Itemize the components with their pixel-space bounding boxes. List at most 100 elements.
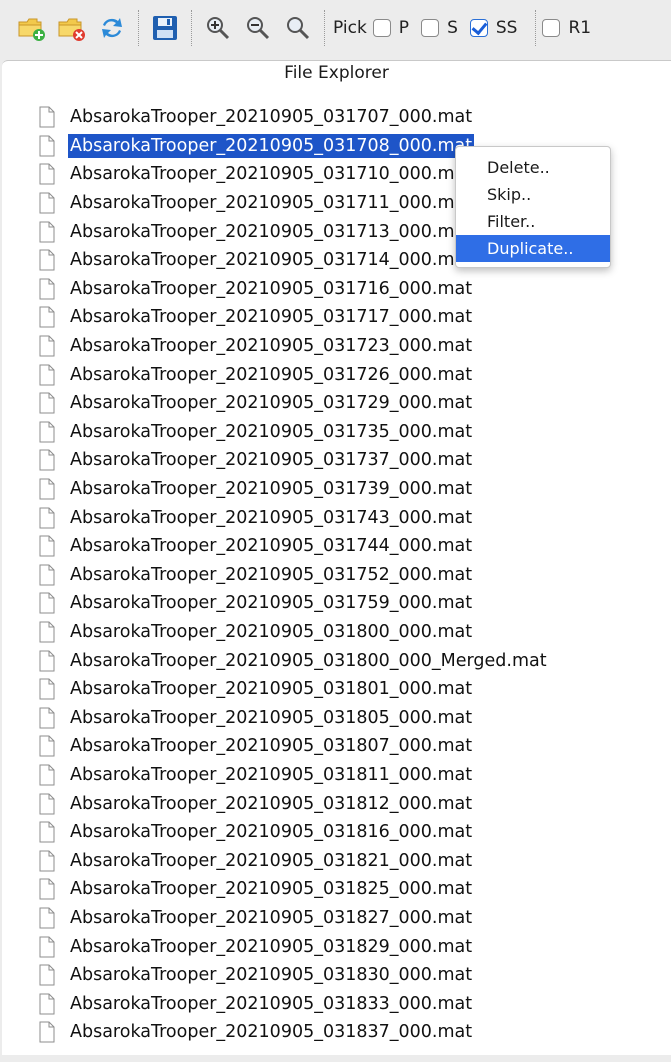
checkbox-p-box[interactable]: [372, 19, 391, 37]
save-icon: [153, 16, 177, 40]
file-icon: [39, 707, 55, 729]
checkbox-ss[interactable]: SS: [469, 18, 517, 38]
file-name: AbsarokaTrooper_20210905_031710_000.mat: [70, 164, 473, 185]
close-folder-remove-button[interactable]: [52, 8, 92, 48]
checkbox-p[interactable]: P: [372, 18, 409, 38]
file-icon: [39, 592, 55, 614]
file-row[interactable]: AbsarokaTrooper_20210905_031837_000.mat: [38, 1018, 658, 1047]
file-name: AbsarokaTrooper_20210905_031735_000.mat: [70, 421, 473, 442]
file-row[interactable]: AbsarokaTrooper_20210905_031723_000.mat: [38, 332, 658, 361]
file-name: AbsarokaTrooper_20210905_031800_000.mat: [70, 621, 473, 642]
checkbox-s-box[interactable]: [421, 19, 440, 37]
file-row[interactable]: AbsarokaTrooper_20210905_031707_000.mat: [38, 103, 658, 132]
file-name: AbsarokaTrooper_20210905_031707_000.mat: [70, 107, 473, 128]
file-name: AbsarokaTrooper_20210905_031744_000.mat: [70, 536, 473, 557]
file-row[interactable]: AbsarokaTrooper_20210905_031752_000.mat: [38, 561, 658, 590]
save-button[interactable]: [145, 8, 185, 48]
open-folder-add-icon: [18, 18, 45, 41]
file-name: AbsarokaTrooper_20210905_031716_000.mat: [70, 278, 473, 299]
file-row[interactable]: AbsarokaTrooper_20210905_031812_000.mat: [38, 789, 658, 818]
file-row[interactable]: AbsarokaTrooper_20210905_031816_000.mat: [38, 818, 658, 847]
file-name: AbsarokaTrooper_20210905_031837_000.mat: [70, 1022, 473, 1043]
file-name: AbsarokaTrooper_20210905_031713_000.mat: [70, 221, 473, 242]
file-name: AbsarokaTrooper_20210905_031829_000.mat: [70, 936, 473, 957]
file-name: AbsarokaTrooper_20210905_031717_000.mat: [70, 307, 473, 328]
file-row[interactable]: AbsarokaTrooper_20210905_031729_000.mat: [38, 389, 658, 418]
file-icon: [39, 936, 55, 958]
checkbox-ss-box[interactable]: [469, 19, 488, 37]
checkbox-r1-label: R1: [568, 18, 592, 38]
file-icon: [39, 1021, 55, 1043]
file-row[interactable]: AbsarokaTrooper_20210905_031759_000.mat: [38, 589, 658, 618]
file-row[interactable]: AbsarokaTrooper_20210905_031805_000.mat: [38, 703, 658, 732]
refresh-button[interactable]: [92, 8, 132, 48]
file-name: AbsarokaTrooper_20210905_031723_000.mat: [70, 336, 473, 357]
file-row[interactable]: AbsarokaTrooper_20210905_031800_000.mat: [38, 618, 658, 647]
file-row[interactable]: AbsarokaTrooper_20210905_031800_000_Merg…: [38, 646, 658, 675]
file-row[interactable]: AbsarokaTrooper_20210905_031716_000.mat: [38, 275, 658, 304]
toolbar-separator: [535, 10, 537, 46]
file-icon: [39, 993, 55, 1015]
file-icon: [39, 278, 55, 300]
zoom-out-icon: [247, 17, 270, 40]
zoom-out-button[interactable]: [238, 8, 278, 48]
checkbox-r1[interactable]: R1: [542, 18, 591, 38]
zoom-reset-button[interactable]: [278, 8, 318, 48]
file-row[interactable]: AbsarokaTrooper_20210905_031744_000.mat: [38, 532, 658, 561]
file-row[interactable]: AbsarokaTrooper_20210905_031739_000.mat: [38, 475, 658, 504]
zoom-in-button[interactable]: [198, 8, 238, 48]
file-row[interactable]: AbsarokaTrooper_20210905_031726_000.mat: [38, 360, 658, 389]
file-name: AbsarokaTrooper_20210905_031827_000.mat: [70, 907, 473, 928]
file-name: AbsarokaTrooper_20210905_031739_000.mat: [70, 479, 473, 500]
menu-item-delete[interactable]: Delete..: [456, 154, 610, 181]
file-icon: [39, 392, 55, 414]
menu-item-skip[interactable]: Skip..: [456, 181, 610, 208]
file-icon: [39, 364, 55, 386]
file-icon: [39, 821, 55, 843]
file-row[interactable]: AbsarokaTrooper_20210905_031737_000.mat: [38, 446, 658, 475]
file-icon: [39, 564, 55, 586]
file-row[interactable]: AbsarokaTrooper_20210905_031833_000.mat: [38, 989, 658, 1018]
file-icon: [39, 735, 55, 757]
file-row[interactable]: AbsarokaTrooper_20210905_031801_000.mat: [38, 675, 658, 704]
menu-item-filter[interactable]: Filter..: [456, 208, 610, 235]
file-row[interactable]: AbsarokaTrooper_20210905_031825_000.mat: [38, 875, 658, 904]
file-name: AbsarokaTrooper_20210905_031821_000.mat: [70, 850, 473, 871]
file-icon: [39, 449, 55, 471]
file-icon: [39, 192, 55, 214]
file-icon: [39, 507, 55, 529]
file-row[interactable]: AbsarokaTrooper_20210905_031743_000.mat: [38, 503, 658, 532]
file-icon: [39, 907, 55, 929]
file-name: AbsarokaTrooper_20210905_031816_000.mat: [70, 822, 473, 843]
file-name: AbsarokaTrooper_20210905_031801_000.mat: [70, 679, 473, 700]
checkbox-r1-box[interactable]: [542, 19, 561, 37]
open-folder-add-button[interactable]: [12, 8, 52, 48]
file-row[interactable]: AbsarokaTrooper_20210905_031829_000.mat: [38, 932, 658, 961]
toolbar: Pick P S SS R1: [0, 0, 671, 56]
file-row[interactable]: AbsarokaTrooper_20210905_031717_000.mat: [38, 303, 658, 332]
file-name: AbsarokaTrooper_20210905_031805_000.mat: [70, 707, 473, 728]
file-icon: [39, 306, 55, 328]
file-name: AbsarokaTrooper_20210905_031825_000.mat: [70, 879, 473, 900]
file-name: AbsarokaTrooper_20210905_031833_000.mat: [70, 993, 473, 1014]
file-icon: [39, 964, 55, 986]
file-icon: [39, 878, 55, 900]
file-row[interactable]: AbsarokaTrooper_20210905_031827_000.mat: [38, 904, 658, 933]
file-row[interactable]: AbsarokaTrooper_20210905_031821_000.mat: [38, 846, 658, 875]
file-icon: [39, 650, 55, 672]
zoom-in-icon: [207, 17, 230, 40]
file-name: AbsarokaTrooper_20210905_031759_000.mat: [70, 593, 473, 614]
menu-item-duplicate[interactable]: Duplicate..: [456, 235, 610, 262]
zoom-reset-icon: [287, 17, 310, 40]
checkbox-s[interactable]: S: [421, 18, 458, 38]
file-row[interactable]: AbsarokaTrooper_20210905_031807_000.mat: [38, 732, 658, 761]
file-row[interactable]: AbsarokaTrooper_20210905_031830_000.mat: [38, 961, 658, 990]
file-row[interactable]: AbsarokaTrooper_20210905_031735_000.mat: [38, 418, 658, 447]
file-name: AbsarokaTrooper_20210905_031737_000.mat: [70, 450, 473, 471]
file-name: AbsarokaTrooper_20210905_031800_000_Merg…: [70, 650, 547, 671]
file-name: AbsarokaTrooper_20210905_031811_000.mat: [70, 764, 473, 785]
file-icon: [39, 621, 55, 643]
file-name: AbsarokaTrooper_20210905_031830_000.mat: [70, 965, 473, 986]
refresh-icon: [102, 18, 122, 38]
file-row[interactable]: AbsarokaTrooper_20210905_031811_000.mat: [38, 761, 658, 790]
